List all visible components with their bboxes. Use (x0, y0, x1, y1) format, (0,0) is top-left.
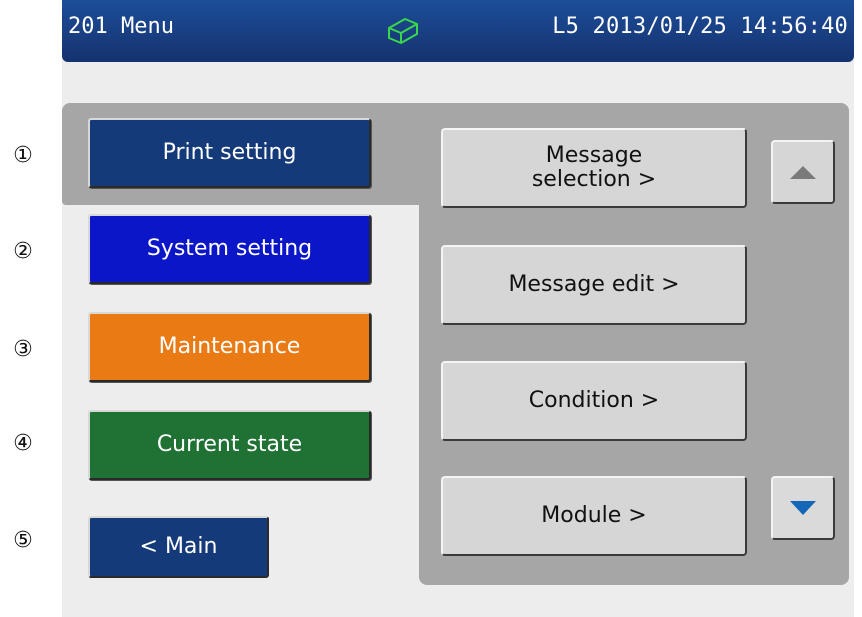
module-button[interactable]: Module > (441, 476, 747, 556)
annotation-marker-1: ① (13, 143, 33, 168)
title-bar: 201 Menu L5 2013/01/25 14:56:40 (62, 0, 854, 62)
system-setting-label: System setting (146, 235, 313, 261)
module-label: Module > (541, 502, 647, 528)
condition-button[interactable]: Condition > (441, 361, 747, 441)
message-selection-button[interactable]: Message selection > (441, 128, 747, 208)
print-setting-button[interactable]: Print setting (88, 118, 371, 188)
main-back-button[interactable]: < Main (88, 516, 269, 578)
message-edit-button[interactable]: Message edit > (441, 245, 747, 325)
scroll-down-button[interactable] (771, 476, 835, 540)
current-state-button[interactable]: Current state (88, 410, 371, 480)
scroll-up-button[interactable] (771, 140, 835, 204)
annotation-marker-2: ② (13, 239, 33, 264)
triangle-down-icon (790, 501, 816, 515)
triangle-up-icon (790, 165, 816, 179)
condition-label: Condition > (528, 387, 660, 413)
main-back-label: < Main (139, 533, 218, 559)
message-edit-label: Message edit > (508, 271, 680, 297)
message-selection-label-line1: Message (545, 142, 643, 168)
annotation-marker-3: ③ (13, 337, 33, 362)
status-datetime: L5 2013/01/25 14:56:40 (552, 14, 848, 39)
message-selection-label-line2: selection > (531, 167, 657, 192)
print-setting-label: Print setting (162, 139, 297, 165)
current-state-label: Current state (156, 431, 303, 457)
maintenance-button[interactable]: Maintenance (88, 312, 371, 382)
maintenance-label: Maintenance (158, 333, 301, 359)
annotation-marker-4: ④ (13, 431, 33, 456)
ink-cartridge-icon (388, 18, 418, 44)
annotation-marker-5: ⑤ (13, 528, 33, 553)
screen-title: 201 Menu (68, 14, 174, 39)
system-setting-button[interactable]: System setting (88, 214, 371, 284)
